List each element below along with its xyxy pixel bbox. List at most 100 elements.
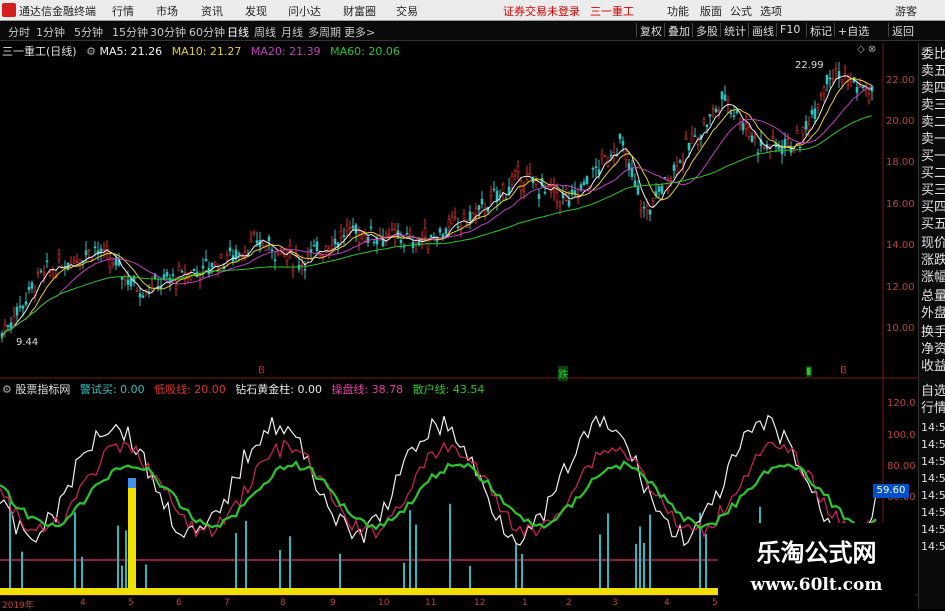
- ind-retail-line: 散户线: 43.54: [412, 383, 485, 396]
- ind-operation-line: 操盘线: 38.78: [331, 383, 404, 396]
- candle-body: [624, 151, 628, 160]
- candle-body: [285, 254, 289, 261]
- candle-body: [858, 86, 862, 88]
- side-time: 14:50: [921, 421, 945, 434]
- side-turnover[interactable]: 换手: [921, 325, 945, 341]
- candle-body: [348, 227, 352, 229]
- candle-body: [555, 192, 559, 202]
- side-volume[interactable]: 总量: [921, 289, 945, 305]
- candle-body: [591, 168, 595, 170]
- candle-body: [828, 77, 832, 80]
- x-label-5: 5: [128, 598, 134, 608]
- side-bid4[interactable]: 买四: [921, 200, 945, 216]
- side-quotes[interactable]: 行情: [921, 401, 945, 417]
- candle-body: [714, 108, 718, 113]
- candle-body: [528, 172, 532, 175]
- candle-body: [831, 78, 835, 81]
- candle-body: [387, 232, 391, 235]
- candle-body: [243, 252, 247, 258]
- candle-body: [468, 211, 472, 221]
- indicator-name[interactable]: 股票指标网: [15, 383, 70, 396]
- ma5-label: MA5: 21.26: [99, 45, 163, 58]
- candle-body: [279, 248, 283, 251]
- candle-body: [813, 108, 817, 119]
- price-tick-20: 20.00: [886, 116, 915, 127]
- candle-body: [834, 68, 838, 71]
- candle-body: [786, 138, 790, 140]
- candle-body: [165, 272, 169, 277]
- candle-body: [804, 121, 808, 130]
- candle-body: [585, 176, 589, 184]
- side-bid1[interactable]: 买一: [921, 149, 945, 165]
- side-ask5[interactable]: 卖五: [921, 64, 945, 80]
- candle-body: [129, 278, 133, 287]
- candle-body: [480, 198, 484, 205]
- candle-body: [537, 194, 541, 199]
- price-tick-12: 12.00: [886, 282, 915, 293]
- settings-icon[interactable]: ⚙: [86, 45, 96, 58]
- candle-body: [339, 230, 343, 238]
- collapse-icon[interactable]: ◇ ⊗: [857, 44, 876, 55]
- side-price[interactable]: 现价: [921, 236, 945, 252]
- candle-body: [138, 293, 142, 298]
- candle-body: [810, 109, 814, 115]
- chart-grid: [0, 43, 918, 596]
- candle-body: [12, 316, 16, 326]
- candle-body: [354, 224, 358, 234]
- candle-body: [39, 270, 43, 273]
- side-commission-ratio[interactable]: 委比: [921, 47, 945, 63]
- candle-body: [474, 207, 478, 215]
- settings-icon[interactable]: ⚙: [2, 383, 12, 396]
- side-earnings[interactable]: 收益: [921, 359, 945, 375]
- side-net-asset[interactable]: 净资: [921, 342, 945, 358]
- side-ask1[interactable]: 卖一: [921, 132, 945, 148]
- candle-body: [567, 200, 571, 207]
- candle-body: [561, 193, 565, 199]
- candle-body: [636, 186, 640, 195]
- candle-body: [9, 322, 13, 329]
- ma60-label: MA60: 20.06: [330, 45, 400, 58]
- candle-body: [330, 245, 334, 249]
- candle-body: [516, 165, 520, 172]
- indicator-legend: ⚙ 股票指标网 警试买: 0.00 低吸线: 20.00 钻石黄金柱: 0.00…: [2, 381, 490, 397]
- candle-body: [855, 87, 859, 93]
- side-time: 14:50: [921, 438, 945, 451]
- chart-canvas[interactable]: [0, 0, 945, 609]
- candle-body: [423, 228, 427, 238]
- candle-body: [801, 127, 805, 135]
- side-bid2[interactable]: 买二: [921, 166, 945, 182]
- candle-body: [582, 181, 586, 185]
- stock-name[interactable]: 三一重工(日线): [2, 45, 77, 58]
- candle-body: [408, 230, 412, 235]
- candle-body: [702, 119, 706, 123]
- ind-diamond-bar: 钻石黄金柱: 0.00: [235, 383, 322, 396]
- candle-body: [141, 295, 145, 298]
- x-label-7: 7: [224, 598, 230, 608]
- candle-body: [651, 198, 655, 201]
- candle-body: [45, 260, 49, 263]
- candle-body: [762, 146, 766, 149]
- candle-body: [822, 86, 826, 95]
- candle-body: [717, 110, 721, 112]
- candle-body: [114, 258, 118, 266]
- x-label-12: 12: [474, 598, 486, 608]
- candle-body: [57, 254, 61, 260]
- side-change-pct[interactable]: 涨幅: [921, 270, 945, 286]
- side-outer[interactable]: 外盘: [921, 306, 945, 322]
- side-bid5[interactable]: 买五: [921, 217, 945, 233]
- candle-body: [618, 133, 622, 140]
- side-ask4[interactable]: 卖四: [921, 81, 945, 97]
- candle-body: [732, 115, 736, 117]
- diamond-gold-cap: [128, 478, 136, 488]
- candle-body: [135, 290, 139, 292]
- candle-body: [645, 205, 649, 211]
- side-ask2[interactable]: 卖二: [921, 115, 945, 131]
- side-ask3[interactable]: 卖三: [921, 98, 945, 114]
- side-watchlist[interactable]: 自选: [921, 384, 945, 400]
- quote-side-panel[interactable]: 委比 卖五 卖四 卖三 卖二 卖一 买一 买二 买三 买四 买五 现价 涨跌 涨…: [918, 43, 945, 609]
- side-bid3[interactable]: 买三: [921, 183, 945, 199]
- side-change[interactable]: 涨跌: [921, 253, 945, 269]
- x-label-1: 1: [522, 598, 528, 608]
- candle-body: [777, 145, 781, 150]
- candle-body: [120, 276, 124, 280]
